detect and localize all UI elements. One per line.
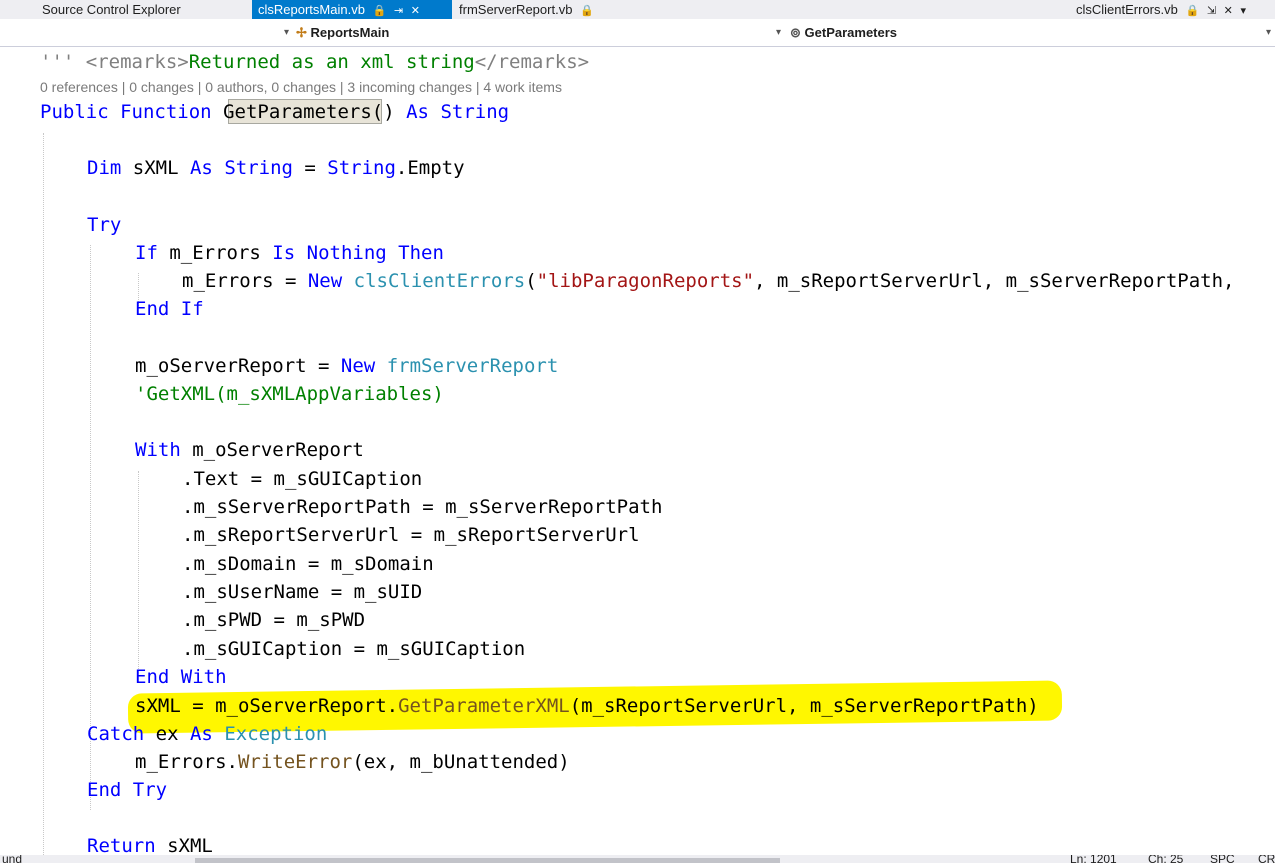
code-line: Try	[87, 214, 122, 236]
class-name: ReportsMain	[310, 25, 390, 40]
navigation-bar: ▾ ✢ ReportsMain ▾ ⊚ GetParameters ▾	[0, 19, 1275, 47]
chevron-down-icon[interactable]: ▾	[284, 23, 289, 43]
status-text: und	[2, 855, 23, 863]
code-line: .Text = m_sGUICaption	[182, 468, 423, 490]
tab-label: Source Control Explorer	[42, 2, 181, 17]
chevron-down-icon[interactable]: ▾	[1266, 23, 1271, 43]
document-tab-bar: Source Control Explorer clsReportsMain.v…	[0, 0, 1275, 19]
class-icon: ✢	[296, 25, 307, 40]
pin-tab-icon[interactable]: ⇥	[394, 5, 403, 17]
code-line-highlighted: sXML = m_oServerReport.GetParameterXML(m…	[135, 695, 1039, 717]
code-line: Catch ex As Exception	[87, 723, 328, 745]
code-line: End If	[135, 298, 204, 320]
member-dropdown[interactable]: ⊚ GetParameters	[790, 23, 897, 43]
code-line: .m_sPWD = m_sPWD	[182, 609, 366, 631]
indent-guide	[138, 471, 139, 671]
horizontal-scrollbar-thumb[interactable]	[195, 858, 780, 863]
code-line: .m_sServerReportPath = m_sServerReportPa…	[182, 496, 663, 518]
tab-label: frmServerReport.vb	[459, 2, 573, 17]
code-line: End Try	[87, 779, 168, 801]
line-indicator: Ln: 1201	[1070, 855, 1117, 863]
tab-source-control-explorer[interactable]: Source Control Explorer	[36, 0, 187, 19]
close-tab-icon[interactable]: ✕	[1224, 5, 1233, 17]
code-line: With m_oServerReport	[135, 439, 364, 461]
line-ending-indicator: CR	[1258, 855, 1275, 863]
code-line: .m_sDomain = m_sDomain	[182, 553, 434, 575]
column-indicator: Ch: 25	[1148, 855, 1184, 863]
pin-icon[interactable]: ⇲	[1207, 5, 1216, 17]
codelens-info[interactable]: 0 references | 0 changes | 0 authors, 0 …	[40, 79, 562, 95]
class-dropdown[interactable]: ✢ ReportsMain	[296, 23, 389, 43]
code-line: .m_sUserName = m_sUID	[182, 581, 423, 603]
lock-icon: 🔒	[1185, 5, 1200, 17]
code-line: m_oServerReport = New frmServerReport	[135, 355, 559, 377]
tab-overflow-icon[interactable]: ▾	[1241, 5, 1247, 17]
code-line-function: Public Function GetParameters() As Strin…	[40, 101, 510, 123]
code-line: .m_sGUICaption = m_sGUICaption	[182, 638, 526, 660]
code-line: Dim sXML As String = String.Empty	[87, 157, 465, 179]
method-icon: ⊚	[790, 25, 801, 40]
indent-guide	[43, 133, 44, 855]
tab-clsclienterrors[interactable]: clsClientErrors.vb 🔒 ⇲ ✕ ▾	[1070, 0, 1252, 19]
code-line: Return sXML	[87, 835, 213, 855]
code-line: .m_sReportServerUrl = m_sReportServerUrl	[182, 524, 640, 546]
tab-label: clsReportsMain.vb	[258, 2, 365, 17]
chevron-down-icon[interactable]: ▾	[776, 23, 781, 43]
lock-icon: 🔒	[580, 5, 594, 17]
code-line: m_Errors.WriteError(ex, m_bUnattended)	[135, 751, 570, 773]
code-comment: 'GetXML(m_sXMLAppVariables)	[135, 383, 444, 405]
tab-label: clsClientErrors.vb	[1076, 2, 1178, 17]
code-line: m_Errors = New clsClientErrors("libParag…	[182, 270, 1235, 292]
close-tab-icon[interactable]: ✕	[411, 5, 420, 17]
function-name: GetParameters	[223, 101, 372, 123]
code-line: End With	[135, 666, 227, 688]
whitespace-indicator: SPC	[1210, 855, 1235, 863]
lock-icon: 🔒	[372, 5, 387, 17]
code-editor[interactable]: ''' <remarks>Returned as an xml string</…	[0, 47, 1275, 855]
tab-clsreportsmain[interactable]: clsReportsMain.vb 🔒 ⇥ ✕	[252, 0, 452, 19]
code-line-remarks: ''' <remarks>Returned as an xml string</…	[40, 51, 590, 73]
tab-frmserverreport[interactable]: frmServerReport.vb 🔒	[453, 0, 600, 19]
member-name: GetParameters	[804, 25, 898, 40]
code-line: If m_Errors Is Nothing Then	[135, 242, 444, 264]
